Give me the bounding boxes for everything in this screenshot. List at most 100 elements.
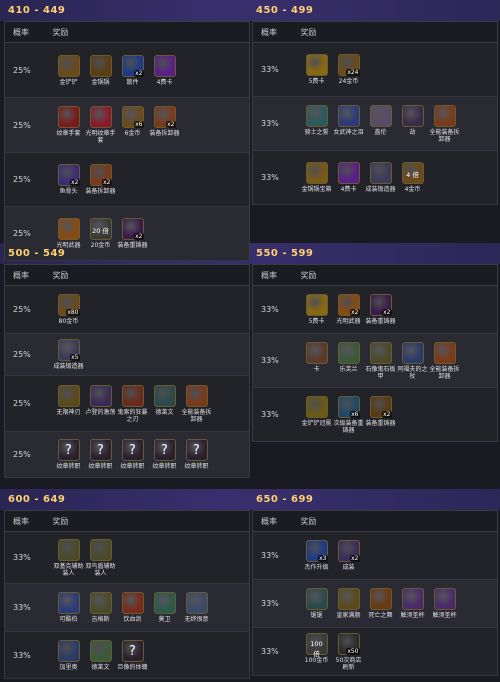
reward-item[interactable]: 无终恨意 bbox=[183, 592, 211, 623]
reward-item[interactable]: 劫 bbox=[399, 104, 427, 143]
reward-item[interactable]: x2 装备拆卸器 bbox=[86, 164, 116, 195]
reward-item[interactable]: 女武神之泪 bbox=[334, 104, 364, 143]
champion-icon[interactable] bbox=[89, 639, 112, 662]
reward-item[interactable]: x2 散件 bbox=[119, 54, 147, 86]
champion-icon[interactable] bbox=[337, 104, 360, 127]
reward-item[interactable]: 阿福夫的之杖 bbox=[398, 341, 428, 380]
reforger-icon[interactable]: x6 bbox=[337, 395, 360, 418]
reward-item[interactable]: x3 杰作升级 bbox=[303, 540, 331, 571]
reward-item[interactable]: ? 纹章转职 bbox=[151, 439, 179, 470]
champion-icon[interactable] bbox=[337, 588, 360, 610]
reward-item[interactable]: 卡 bbox=[303, 341, 331, 380]
reward-item[interactable]: 4费卡 bbox=[151, 54, 179, 86]
five-cost-card-icon[interactable] bbox=[305, 294, 328, 316]
champion-icon[interactable] bbox=[337, 341, 360, 364]
reward-item[interactable]: x50 50次商店刷新 bbox=[335, 632, 363, 671]
finished-item-icon[interactable]: x2 bbox=[337, 540, 360, 562]
gold-bag-icon[interactable]: x6 bbox=[121, 106, 144, 128]
reward-item[interactable]: 全能装备拆卸器 bbox=[182, 384, 212, 423]
reward-item[interactable]: 触须圣杯 bbox=[399, 588, 427, 619]
shop-reroll-icon[interactable]: x50 bbox=[337, 632, 360, 655]
reward-item[interactable]: 金锅锅 bbox=[87, 54, 115, 86]
reward-item[interactable]: 4 倍 4金币 bbox=[399, 162, 427, 193]
gold-coins-icon[interactable]: 20 倍 bbox=[89, 218, 112, 240]
champion-icon[interactable] bbox=[305, 588, 328, 610]
reward-item[interactable]: 金铲铲冠冕 bbox=[302, 395, 332, 434]
reward-item[interactable]: ? 纹章转职 bbox=[55, 439, 83, 470]
reward-item[interactable]: 全能装备拆卸器 bbox=[430, 341, 460, 380]
finished-item-icon[interactable] bbox=[369, 162, 392, 184]
reward-item[interactable]: 盖伦 bbox=[367, 104, 395, 143]
reward-item[interactable]: 德莱文 bbox=[151, 384, 179, 423]
reward-item[interactable]: 吉格斯 bbox=[87, 592, 115, 623]
reward-item[interactable]: ? 纹章转职 bbox=[119, 439, 147, 470]
reward-item[interactable]: 无限神刃 bbox=[55, 384, 83, 423]
reward-item[interactable]: x2 成装 bbox=[335, 540, 363, 571]
golden-spatula-icon[interactable] bbox=[305, 395, 328, 418]
reward-item[interactable]: x2 装备拆卸器 bbox=[150, 106, 180, 144]
guinsoo-icon[interactable] bbox=[121, 384, 144, 407]
reward-item[interactable]: 莫卫 bbox=[151, 592, 179, 623]
reward-item[interactable]: 鬼索的狂暴之刃 bbox=[118, 384, 148, 423]
component-orb-icon[interactable]: x2 bbox=[121, 54, 144, 77]
purple-orb-icon[interactable] bbox=[153, 54, 176, 77]
reward-item[interactable]: 饮血剑 bbox=[119, 592, 147, 623]
reward-item[interactable]: 金铲铲 bbox=[55, 54, 83, 86]
reward-item[interactable]: 皇家满肠 bbox=[335, 588, 363, 619]
champion-icon[interactable] bbox=[89, 538, 112, 561]
champion-icon[interactable] bbox=[305, 341, 328, 364]
reward-item[interactable]: 5费卡 bbox=[303, 294, 331, 325]
reward-item[interactable]: 乐芙兰 bbox=[335, 341, 363, 380]
radiant-gloves-icon[interactable] bbox=[89, 106, 112, 128]
gold-bag-icon[interactable]: x24 bbox=[337, 54, 360, 76]
reward-item[interactable]: x2 光明武器 bbox=[335, 294, 363, 325]
reward-item[interactable]: x2 鱼骨头 bbox=[55, 164, 83, 195]
item-chest-icon[interactable]: x2 bbox=[369, 294, 392, 316]
reward-item[interactable]: ? 纹章转职 bbox=[87, 439, 115, 470]
reward-item[interactable]: 加里奥 bbox=[55, 639, 83, 671]
champion-icon[interactable] bbox=[185, 592, 208, 614]
reward-item[interactable]: 骑士之誓 bbox=[303, 104, 331, 143]
item-remover-icon[interactable] bbox=[433, 104, 456, 127]
champion-icon[interactable] bbox=[369, 588, 392, 610]
finished-item-icon[interactable]: x5 bbox=[57, 339, 80, 361]
champion-icon[interactable] bbox=[369, 104, 392, 127]
gold-bag-icon[interactable]: 4 倍 bbox=[401, 162, 424, 184]
purple-orb-icon[interactable] bbox=[337, 162, 360, 184]
reward-item[interactable]: 纹章手套 bbox=[55, 106, 83, 144]
champion-icon[interactable] bbox=[153, 592, 176, 614]
reward-item[interactable]: 德莱文 bbox=[87, 639, 115, 671]
item-remover-icon[interactable]: x2 bbox=[89, 164, 112, 186]
reward-item[interactable]: x2 装备重铸器 bbox=[366, 294, 396, 325]
reward-item[interactable]: x5 成装锻造器 bbox=[54, 339, 84, 370]
reward-item[interactable]: 5费卡 bbox=[303, 54, 331, 85]
reward-item[interactable]: 金锅锅宝箱 bbox=[302, 162, 332, 193]
gold-bag-icon[interactable]: x80 bbox=[57, 294, 80, 316]
champion-icon[interactable] bbox=[57, 639, 80, 662]
upgrade-orb-icon[interactable]: x3 bbox=[305, 540, 328, 562]
reward-item[interactable]: x80 80金币 bbox=[55, 294, 83, 325]
reward-item[interactable]: 卢登的激荡 bbox=[86, 384, 116, 423]
item-chest-icon[interactable]: x2 bbox=[369, 395, 392, 418]
reward-item[interactable]: 4费卡 bbox=[335, 162, 363, 193]
reward-item[interactable]: 双基克辅助装人 bbox=[54, 538, 84, 577]
golden-spatula-icon[interactable] bbox=[305, 162, 328, 184]
mystery-icon[interactable]: ? bbox=[121, 639, 144, 662]
reward-item[interactable]: 双鸟盾辅助装人 bbox=[86, 538, 116, 577]
reward-item[interactable]: ? 纹章转职 bbox=[183, 439, 211, 470]
rabadon-icon[interactable] bbox=[89, 384, 112, 407]
mystery-icon[interactable]: ? bbox=[121, 439, 144, 461]
infinity-edge-icon[interactable] bbox=[57, 384, 80, 407]
reward-item[interactable]: x24 24金币 bbox=[335, 54, 363, 85]
champion-icon[interactable] bbox=[401, 588, 424, 610]
gold-coins-icon[interactable]: 100 倍 bbox=[305, 632, 328, 658]
champion-icon[interactable] bbox=[369, 341, 392, 364]
reward-item[interactable]: x6 次级装备重铸器 bbox=[334, 395, 364, 434]
reward-item[interactable]: 成装锻造器 bbox=[366, 162, 396, 193]
reward-item[interactable]: 触须圣杯 bbox=[431, 588, 459, 619]
fish-sword-icon[interactable]: x2 bbox=[57, 164, 80, 186]
emblem-icon[interactable] bbox=[153, 384, 176, 407]
reward-item[interactable]: 石像鬼石板甲 bbox=[366, 341, 396, 380]
radiant-armory-icon[interactable]: x2 bbox=[337, 294, 360, 316]
champion-icon[interactable] bbox=[401, 104, 424, 127]
